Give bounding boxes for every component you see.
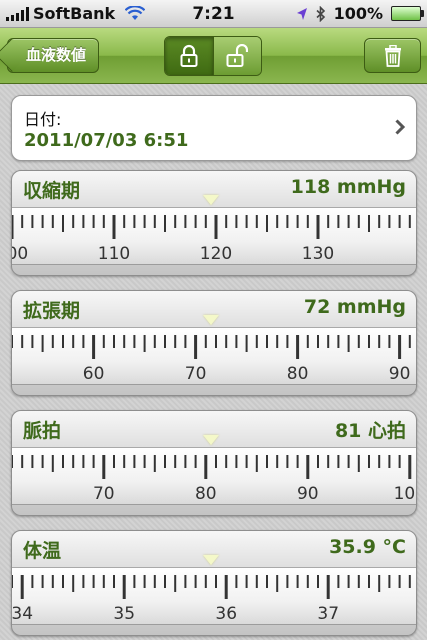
ruler-label: 34 — [12, 604, 33, 624]
battery-percent: 100% — [333, 4, 383, 23]
delete-button[interactable] — [364, 38, 421, 73]
ruler-label: 70 — [185, 364, 207, 384]
date-value: 2011/07/03 6:51 — [24, 130, 189, 151]
pulse-panel: 脈拍 81 心拍 70 80 90 100 — [11, 410, 417, 516]
lock-open-icon — [226, 44, 249, 67]
panel-value: 35.9 °C — [329, 536, 406, 558]
diastolic-panel: 拡張期 72 mmHg 60 70 80 90 — [11, 290, 417, 396]
navigation-bar: 血液数値 — [0, 28, 427, 84]
ruler-label: 90 — [389, 364, 411, 384]
status-bar: SoftBank 7:21 100% — [0, 0, 427, 28]
systolic-panel: 収縮期 118 mmHg 100 110 120 130 — [11, 170, 417, 276]
ruler-label: 36 — [215, 604, 237, 624]
pulse-ruler-slider[interactable]: 70 80 90 100 — [12, 447, 416, 505]
back-button-label: 血液数値 — [26, 46, 87, 64]
panel-title: 体温 — [23, 540, 62, 562]
ruler-label: 70 — [93, 484, 115, 504]
diastolic-ruler-slider[interactable]: 60 70 80 90 — [12, 327, 416, 385]
lock-segment[interactable] — [165, 37, 213, 75]
panel-value: 81 心拍 — [334, 420, 406, 442]
panel-value: 72 mmHg — [303, 296, 406, 318]
current-value-marker — [203, 315, 219, 325]
temperature-panel: 体温 35.9 °C 34 35 36 37 — [11, 530, 417, 636]
current-value-marker — [203, 435, 219, 445]
ruler-label: 130 — [302, 244, 334, 264]
ruler-label: 80 — [195, 484, 217, 504]
ruler-label: 90 — [297, 484, 319, 504]
content-area[interactable]: 日付: 2011/07/03 6:51 収縮期 118 mmHg 1001101… — [0, 84, 427, 640]
ruler-label: 60 — [83, 364, 105, 384]
systolic-ruler-slider[interactable]: 100 110 120 130 — [12, 207, 416, 265]
date-label: 日付: — [24, 110, 62, 129]
ruler-label: 80 — [287, 364, 309, 384]
current-value-marker — [203, 195, 219, 205]
trash-icon — [384, 44, 401, 67]
temperature-ruler-slider[interactable]: 34 35 36 37 — [12, 567, 416, 625]
ruler-label: 120 — [200, 244, 232, 264]
ruler-label: 100 — [394, 484, 416, 504]
location-arrow-icon — [296, 7, 307, 20]
back-button[interactable]: 血液数値 — [0, 38, 100, 73]
lock-closed-icon — [180, 44, 198, 67]
bluetooth-icon — [316, 5, 325, 22]
unlock-segment[interactable] — [212, 37, 261, 75]
date-row[interactable]: 日付: 2011/07/03 6:51 — [11, 95, 417, 161]
panel-title: 収縮期 — [23, 180, 81, 202]
back-arrow-shape — [0, 38, 29, 72]
ruler-label: 100 — [12, 244, 28, 264]
lock-segmented-control[interactable] — [164, 36, 262, 76]
ruler-label: 37 — [317, 604, 339, 624]
battery-icon — [391, 6, 424, 21]
panel-title: 脈拍 — [23, 420, 62, 442]
ruler-label: 110 — [98, 244, 130, 264]
panel-title: 拡張期 — [23, 300, 81, 322]
chevron-right-icon — [395, 119, 406, 135]
panel-value: 118 mmHg — [290, 176, 406, 198]
current-value-marker — [203, 555, 219, 565]
ruler-label: 35 — [113, 604, 135, 624]
